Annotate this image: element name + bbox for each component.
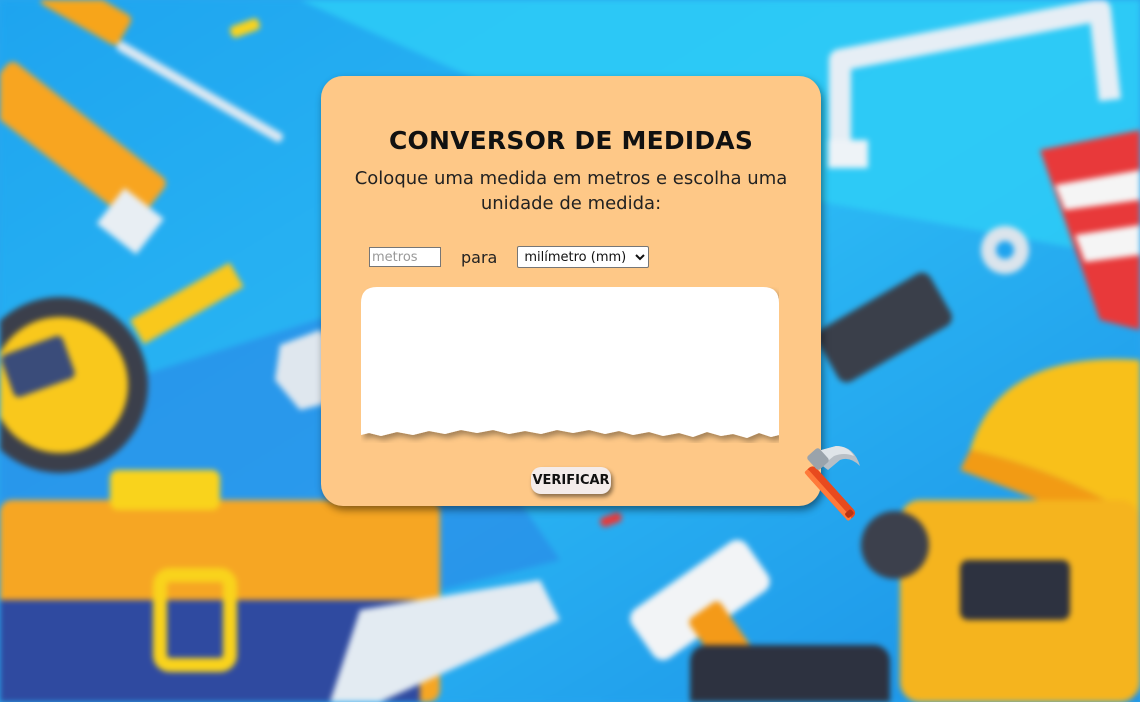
conversion-row: para milímetro (mm) [369,246,650,268]
result-panel [361,287,779,438]
converter-card: CONVERSOR DE MEDIDAS Coloque uma medida … [321,76,821,506]
verify-button[interactable]: VERIFICAR [531,467,611,494]
hammer-icon [804,446,860,521]
instruction-text: Coloque uma medida em metros e escolha u… [354,168,788,214]
meters-input[interactable] [369,247,441,267]
unit-select[interactable]: milímetro (mm) [517,246,650,268]
page-title: CONVERSOR DE MEDIDAS [388,126,754,155]
connector-label: para [461,247,498,267]
